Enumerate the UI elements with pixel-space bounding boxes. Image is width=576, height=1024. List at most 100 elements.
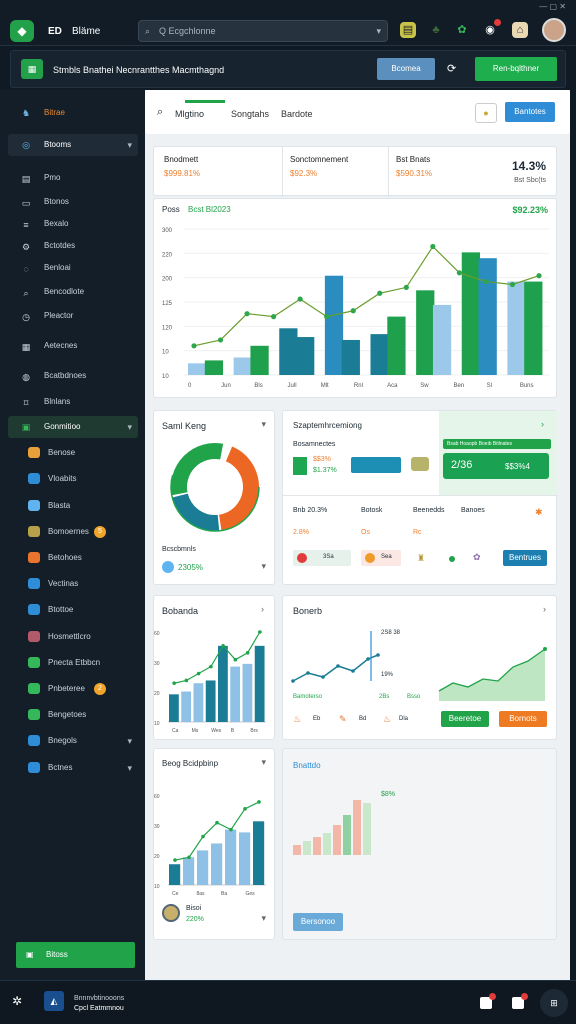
notifications-icon[interactable]: ◉ [482, 19, 501, 38]
chevron-down-icon[interactable]: ▾ [376, 21, 381, 41]
chevron-right-icon[interactable]: › [543, 604, 546, 614]
tab-settings[interactable]: Songtahs [231, 109, 269, 119]
chart-bar[interactable] [461, 252, 480, 375]
chart-point[interactable] [321, 675, 325, 679]
chevron-down-icon[interactable]: ▾ [261, 419, 266, 430]
chart-point[interactable] [297, 296, 303, 302]
sidebar-section[interactable]: ◎ Btooms ▾ [8, 134, 138, 156]
sidebar-sub-item-3[interactable]: Blasta [8, 495, 138, 517]
chart-point[interactable] [184, 678, 189, 683]
chart-point[interactable] [291, 679, 295, 683]
app-name-sub[interactable]: Bläme [72, 26, 100, 37]
sidebar-sub-item-8[interactable]: Hosmettlcro [8, 626, 138, 648]
chart-bar[interactable] [193, 683, 204, 722]
chart-point[interactable] [173, 858, 177, 862]
chevron-down-icon[interactable]: ▾ [261, 561, 266, 572]
chart-point[interactable] [201, 834, 205, 839]
chart-point[interactable] [377, 290, 383, 296]
donut-slice[interactable] [218, 446, 259, 531]
sidebar-sub-item-1[interactable]: Benose [8, 442, 138, 464]
chart-point[interactable] [209, 664, 213, 669]
sidebar-sub-item-7[interactable]: Btottoe [8, 599, 138, 621]
chart-bar[interactable] [183, 857, 195, 885]
summary-pill-orange[interactable]: Sea [361, 550, 401, 566]
sidebar-item-8[interactable]: ◍ Bcatbdnoes [8, 366, 138, 386]
chart-point[interactable] [430, 243, 436, 250]
chart-bar[interactable] [225, 829, 237, 885]
chart-bar[interactable] [341, 339, 360, 375]
sidebar-footer-button[interactable]: ▣ Bitoss [16, 942, 135, 968]
chevron-down-icon[interactable]: ▾ [127, 134, 132, 156]
chart-bar[interactable] [211, 843, 223, 885]
chart-point[interactable] [306, 671, 310, 675]
chart-bar[interactable] [230, 666, 241, 722]
alert-icon[interactable] [480, 993, 496, 1009]
store-icon[interactable]: ⌂ [512, 22, 528, 38]
chevron-down-icon[interactable]: ▾ [261, 913, 266, 924]
sidebar-item-5[interactable]: ⌕ Bencodlote [8, 282, 138, 302]
summary-pill-red[interactable]: 3Sa [293, 550, 351, 566]
chart-point[interactable] [196, 671, 201, 676]
area-card-button[interactable]: Bersonoo [293, 913, 343, 931]
chart-bar[interactable] [254, 645, 265, 722]
chart-point[interactable] [245, 650, 250, 655]
chart-bar[interactable] [279, 328, 298, 375]
chart-bar[interactable] [242, 663, 253, 722]
chart-point[interactable] [221, 644, 225, 648]
secondary-button[interactable]: Bcomea [377, 58, 435, 80]
tab-action-button[interactable]: Bantotes [505, 102, 555, 122]
summary-tag-blue[interactable] [351, 457, 401, 473]
chart-point[interactable] [243, 807, 247, 811]
grid-menu-icon[interactable]: ⊞ [540, 989, 568, 1017]
tree-icon[interactable]: ♣ [428, 22, 444, 38]
chart-point[interactable] [543, 647, 547, 651]
chart-point[interactable] [229, 827, 233, 832]
chart-point[interactable] [244, 311, 250, 317]
chart-bar[interactable] [333, 825, 341, 855]
tab-reports[interactable]: Bardote [281, 109, 313, 119]
chart-bar[interactable] [205, 680, 216, 722]
chart-point[interactable] [336, 664, 340, 668]
window-controls[interactable]: — ▢ ✕ [539, 2, 566, 11]
sidebar-sub-item-13[interactable]: Bctnes ▾ [8, 757, 138, 779]
network-icon[interactable]: ✲ [12, 994, 22, 1008]
sidebar-item-7[interactable]: ▦ Aetecnes [8, 336, 138, 356]
app-icon[interactable]: ◭ [44, 991, 64, 1011]
chart-bar[interactable] [416, 290, 435, 375]
sidebar-sub-item-12[interactable]: Bnegols ▾ [8, 730, 138, 752]
chart-bar[interactable] [507, 281, 526, 375]
chart-point[interactable] [350, 308, 356, 314]
sidebar-item-2[interactable]: ≡ Bexalo [8, 214, 138, 234]
chart-point[interactable] [217, 337, 224, 343]
avatar[interactable] [542, 18, 566, 42]
chart-bar[interactable] [313, 837, 321, 855]
message-icon[interactable] [512, 993, 528, 1009]
chevron-right-icon[interactable]: › [261, 604, 264, 614]
sidebar-sub-item-11[interactable]: Bengetoes [8, 704, 138, 726]
chart-bar[interactable] [296, 337, 315, 375]
chart-point[interactable] [215, 820, 219, 825]
chart-bar[interactable] [218, 645, 228, 722]
app-logo-icon[interactable]: ◆ [10, 20, 34, 42]
chart-point[interactable] [233, 657, 238, 662]
line-card-green-button[interactable]: Beeretoe [441, 711, 489, 727]
search-input[interactable]: ⌕ Q Ecgchlonne ▾ [138, 20, 388, 42]
chart-bar[interactable] [293, 845, 301, 855]
chart-point[interactable] [509, 281, 516, 288]
line-card-orange-button[interactable]: Bornots [499, 711, 547, 727]
summary-button[interactable]: Bentrues [503, 550, 547, 566]
chart-bar[interactable] [250, 345, 269, 375]
chevron-down-icon[interactable]: ▾ [127, 416, 132, 438]
chart-bar[interactable] [343, 815, 351, 855]
sidebar-sub-item-2[interactable]: Vloabits [8, 468, 138, 490]
chart-point[interactable] [191, 343, 197, 349]
chart-point[interactable] [271, 314, 277, 320]
chart-bar[interactable] [253, 821, 265, 885]
chart-bar[interactable] [387, 316, 406, 375]
sidebar-item-4[interactable]: ◌ Benloai [8, 258, 138, 278]
chart-bar[interactable] [188, 363, 207, 375]
chart-point[interactable] [403, 284, 409, 290]
chart-point[interactable] [187, 855, 191, 860]
chart-bar[interactable] [353, 800, 361, 855]
chart-point[interactable] [351, 669, 355, 673]
